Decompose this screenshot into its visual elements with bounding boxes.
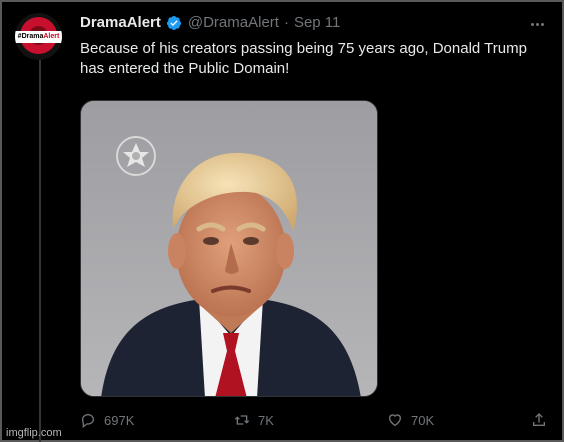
author-handle[interactable]: @DramaAlert	[188, 14, 279, 31]
thread-line	[39, 58, 41, 442]
retweet-count: 7K	[258, 412, 274, 428]
avatar-badge-suffix: Alert	[43, 33, 60, 40]
tweet-actions: 697K 7K 70K	[80, 412, 550, 432]
imgflip-watermark: imgflip.com	[6, 427, 62, 439]
tweet-text: Because of his creators passing being 75…	[80, 40, 527, 77]
author-name[interactable]: DramaAlert	[80, 14, 161, 31]
share-button[interactable]	[531, 412, 547, 428]
mugshot-image	[81, 101, 377, 396]
tweet-date[interactable]: Sep 11	[294, 14, 340, 31]
header-separator: ·	[283, 14, 289, 31]
retweet-button[interactable]: 7K	[234, 412, 274, 428]
retweet-icon	[234, 415, 250, 425]
reply-icon	[81, 413, 95, 428]
more-options-icon[interactable]	[531, 13, 551, 29]
avatar-badge: #DramaAlert	[15, 31, 62, 43]
like-icon	[388, 414, 402, 427]
tweet-header: DramaAlert @DramaAlert · Sep 11	[80, 14, 340, 31]
tweet-media-image[interactable]	[80, 100, 378, 397]
avatar-badge-prefix: #Drama	[17, 33, 44, 40]
like-button[interactable]: 70K	[387, 412, 434, 428]
share-icon	[533, 413, 545, 426]
reply-count: 697K	[104, 412, 135, 428]
avatar[interactable]: #DramaAlert	[15, 13, 62, 60]
reply-button[interactable]: 697K	[80, 412, 134, 428]
verified-badge-icon	[166, 15, 181, 30]
like-count: 70K	[411, 412, 435, 428]
